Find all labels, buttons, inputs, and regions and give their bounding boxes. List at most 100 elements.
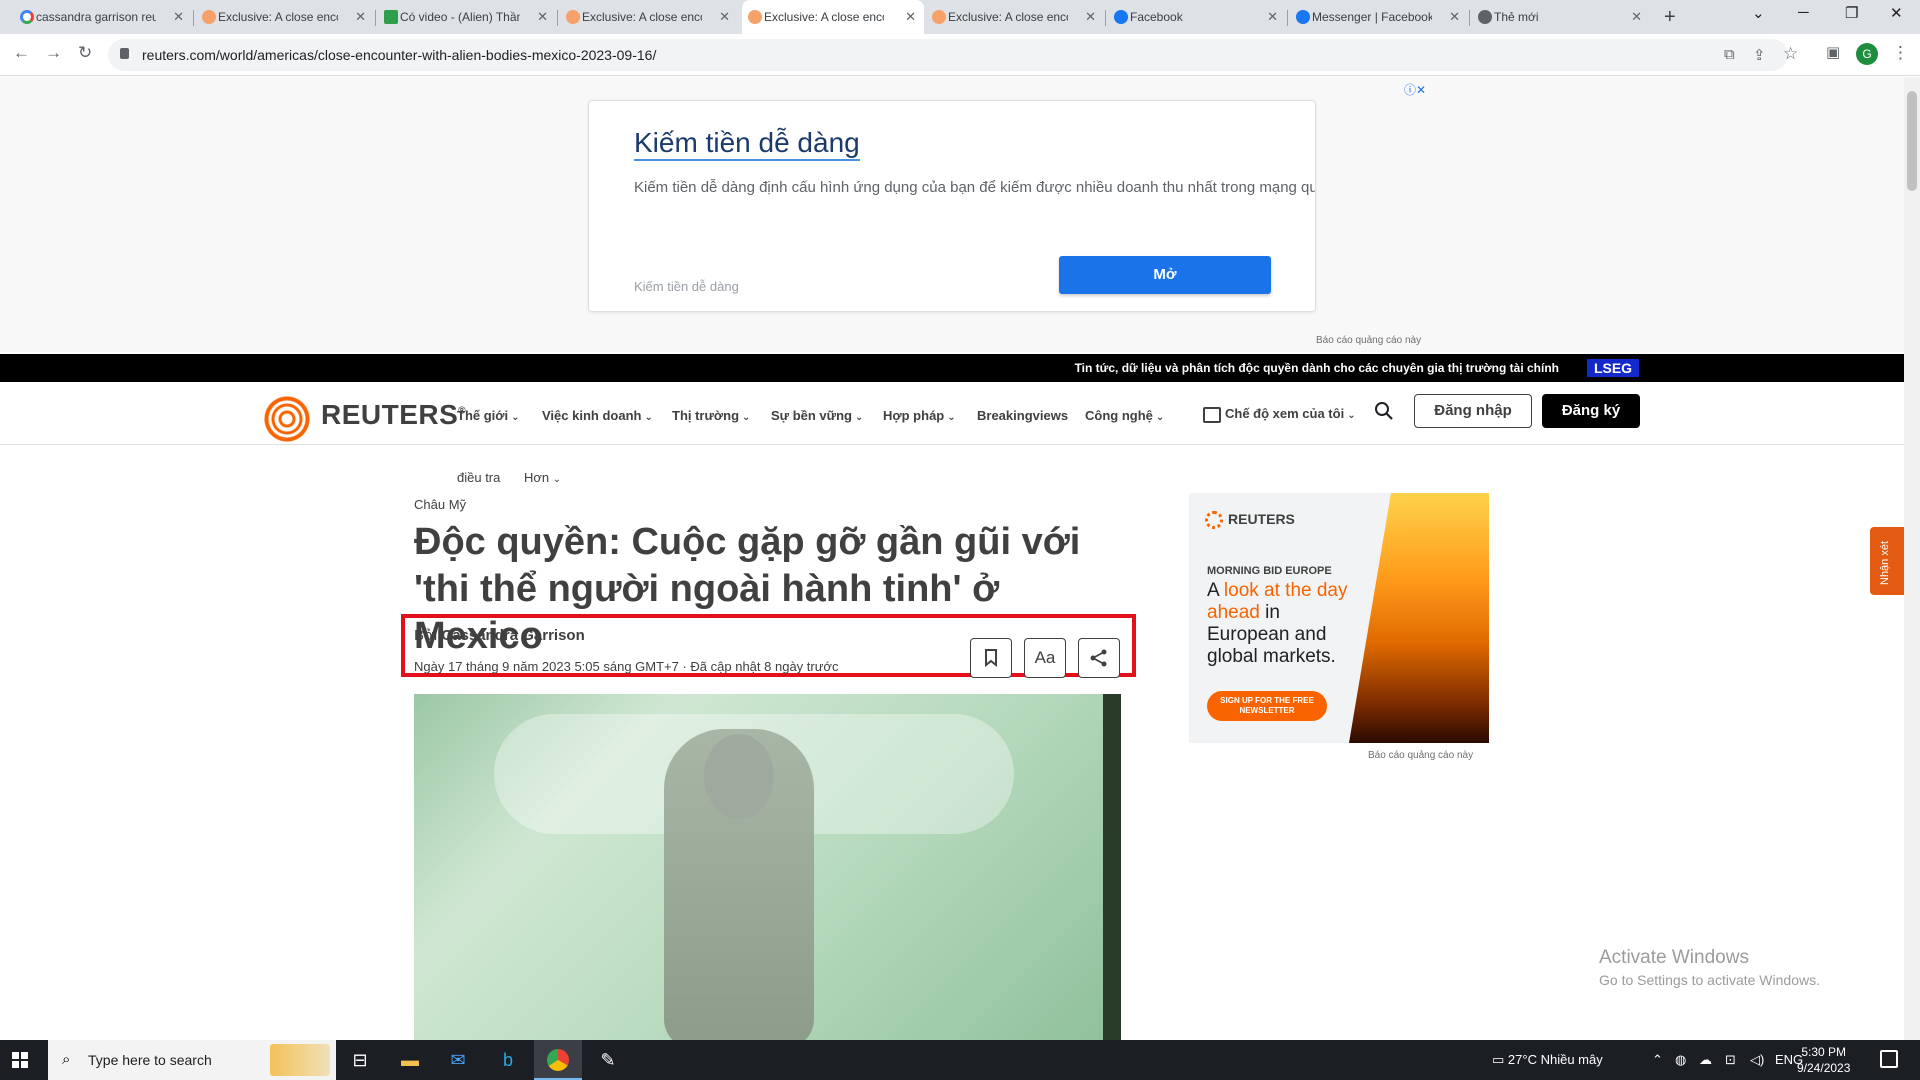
reuters-logo[interactable]: REUTERS®	[321, 399, 466, 431]
close-icon[interactable]: ✕	[173, 9, 184, 25]
side-panel-icon[interactable]: ▣	[1826, 43, 1840, 61]
ad-open-button[interactable]: Mở	[1059, 256, 1271, 294]
weather-widget[interactable]: ▭ 27°C Nhiều mây	[1492, 1052, 1603, 1068]
register-button[interactable]: Đăng ký	[1542, 394, 1640, 428]
nav-markets[interactable]: Thị trường ⌄	[672, 408, 750, 423]
menu-icon[interactable]: ⋮	[1892, 43, 1909, 63]
tab-messenger[interactable]: Messenger | Facebook ✕	[1290, 0, 1468, 34]
nav-label: Thị trường	[672, 408, 740, 423]
chevron-down-icon: ⌄	[552, 474, 562, 485]
top-ad-card[interactable]: Kiếm tiền dễ dàng Kiếm tiền dễ dàng định…	[588, 100, 1316, 312]
tab-reuters-3[interactable]: Exclusive: A close enco ✕	[926, 0, 1104, 34]
mail-icon[interactable]: ✉	[434, 1040, 482, 1080]
close-icon[interactable]: ✕	[355, 9, 366, 25]
file-explorer-icon[interactable]: ▬	[386, 1040, 434, 1080]
task-view-icon[interactable]: ⊟	[336, 1040, 384, 1080]
close-icon[interactable]: ✕	[719, 9, 730, 25]
scrollbar-thumb[interactable]	[1907, 91, 1917, 191]
article-hero-image[interactable]	[414, 694, 1121, 1040]
back-icon[interactable]: ←	[13, 43, 30, 63]
window-close-button[interactable]: ✕	[1890, 4, 1903, 22]
report-ad-link[interactable]: Báo cáo quảng cáo này	[1368, 750, 1473, 761]
onedrive-icon[interactable]: ☁	[1699, 1052, 1712, 1068]
close-icon[interactable]: ✕	[1267, 9, 1278, 25]
tab-title: Exclusive: A close enco	[218, 10, 338, 24]
newsletter-signup-button[interactable]: SIGN UP FOR THE FREE NEWSLETTER	[1207, 691, 1327, 721]
nav-sustainability[interactable]: Sự bền vững ⌄	[771, 408, 863, 423]
text-size-button[interactable]: Aa	[1024, 638, 1066, 678]
taskbar-search-box[interactable]: ⌕ Type here to search	[48, 1040, 336, 1080]
bookmark-button[interactable]	[970, 638, 1012, 678]
tab-search-icon[interactable]: ⌄	[1752, 4, 1765, 22]
close-icon[interactable]: ✕	[905, 9, 916, 25]
share-button[interactable]	[1078, 638, 1120, 678]
new-tab-button[interactable]: +	[1664, 6, 1676, 29]
nav-business[interactable]: Việc kinh doanh ⌄	[542, 408, 653, 423]
nav-breakingviews[interactable]: Breakingviews	[977, 408, 1068, 423]
chevron-down-icon: ⌄	[1155, 412, 1165, 423]
close-icon[interactable]: ✕	[537, 9, 548, 25]
login-button[interactable]: Đăng nhập	[1414, 394, 1532, 428]
sunset-image	[1349, 493, 1489, 743]
ad-choices-icon[interactable]: ⓘ✕	[1404, 81, 1426, 98]
bing-icon[interactable]: b	[484, 1040, 532, 1080]
forward-icon[interactable]: →	[45, 43, 62, 63]
nav-label: Chế độ xem của tôi	[1225, 406, 1345, 421]
lseg-promo-text[interactable]: Tin tức, dữ liệu và phân tích độc quyền …	[1075, 361, 1559, 375]
tray-app-icon[interactable]: ◍	[1675, 1052, 1686, 1068]
translate-icon[interactable]: ⧉	[1724, 46, 1735, 63]
close-icon[interactable]: ✕	[1631, 9, 1642, 25]
chrome-icon[interactable]	[534, 1040, 582, 1080]
right-rail-ad[interactable]: REUTERS MORNING BID EUROPE A look at the…	[1189, 493, 1489, 743]
page-scrollbar[interactable]	[1904, 77, 1920, 1040]
notification-icon[interactable]	[1880, 1050, 1898, 1068]
chevron-down-icon: ⌄	[644, 412, 653, 423]
tray-chevron-icon[interactable]: ⌃	[1652, 1052, 1663, 1068]
tab-new[interactable]: Thẻ mới ✕	[1472, 0, 1650, 34]
tab-google-search[interactable]: cassandra garrison reu ✕	[14, 0, 192, 34]
minimize-button[interactable]: ─	[1798, 4, 1809, 21]
address-bar[interactable]: reuters.com/world/americas/close-encount…	[108, 39, 1798, 71]
nav-world[interactable]: Thế giới ⌄	[457, 408, 520, 423]
nav-legal[interactable]: Hợp pháp ⌄	[883, 408, 956, 423]
tab-reuters-2[interactable]: Exclusive: A close enco ✕	[560, 0, 738, 34]
profile-avatar[interactable]: G	[1856, 43, 1878, 65]
bookmark-star-icon[interactable]: ☆	[1783, 44, 1798, 64]
lseg-promo-bar[interactable]: Tin tức, dữ liệu và phân tích độc quyền …	[0, 354, 1904, 382]
subnav-more[interactable]: Hơn ⌄	[524, 470, 561, 485]
hero-edge	[1103, 694, 1121, 1040]
tab-reuters-1[interactable]: Exclusive: A close enco ✕	[196, 0, 374, 34]
ad-brand: Kiếm tiền dễ dàng	[634, 279, 739, 294]
browser-toolbar: ← → ↻ reuters.com/world/americas/close-e…	[0, 34, 1920, 76]
close-icon[interactable]: ✕	[1085, 9, 1096, 25]
reload-icon[interactable]: ↻	[78, 43, 92, 63]
windows-start-icon[interactable]	[12, 1052, 28, 1068]
nav-technology[interactable]: Công nghệ ⌄	[1085, 408, 1164, 423]
search-icon[interactable]	[1374, 401, 1394, 421]
reuters-logo-icon	[1205, 511, 1223, 530]
author-link[interactable]: Cassandra Garrison	[441, 627, 584, 644]
report-ad-link[interactable]: Báo cáo quảng cáo này	[1316, 335, 1421, 346]
tab-facebook[interactable]: Facebook ✕	[1108, 0, 1286, 34]
ad-title[interactable]: Kiếm tiền dễ dàng	[634, 127, 860, 161]
article-section-link[interactable]: Châu Mỹ	[414, 497, 466, 512]
taskbar-clock[interactable]: 5:30 PM 9/24/2023	[1797, 1044, 1850, 1076]
nav-label: Thế giới	[457, 408, 509, 423]
top-ad-region: ⓘ✕ Kiếm tiền dễ dàng Kiếm tiền dễ dàng đ…	[0, 77, 1904, 352]
share-icon[interactable]: ⇪	[1753, 46, 1766, 64]
rail-ad-headline: A look at the day ahead in European and …	[1207, 580, 1367, 668]
subnav-investigations[interactable]: điều tra	[457, 470, 500, 485]
tab-reuters-active[interactable]: Exclusive: A close enco ✕	[742, 0, 924, 34]
url-text[interactable]: reuters.com/world/americas/close-encount…	[142, 47, 656, 63]
tab-video[interactable]: Có video - (Alien) Thần ✕	[378, 0, 556, 34]
nav-my-view[interactable]: Chế độ xem của tôi ⌄	[1203, 406, 1356, 423]
lseg-logo[interactable]: LSEG	[1587, 359, 1639, 377]
close-icon[interactable]: ✕	[1449, 9, 1460, 25]
network-icon[interactable]: ⊡	[1725, 1052, 1736, 1068]
feedback-tab[interactable]: Nhận xét	[1870, 527, 1904, 595]
clock-time: 5:30 PM	[1801, 1045, 1847, 1059]
reuters-logo-icon[interactable]	[263, 395, 311, 443]
restore-button[interactable]: ❐	[1845, 4, 1858, 22]
volume-icon[interactable]: ◁)	[1750, 1052, 1764, 1068]
paint-app-icon[interactable]: ✎	[584, 1040, 632, 1080]
